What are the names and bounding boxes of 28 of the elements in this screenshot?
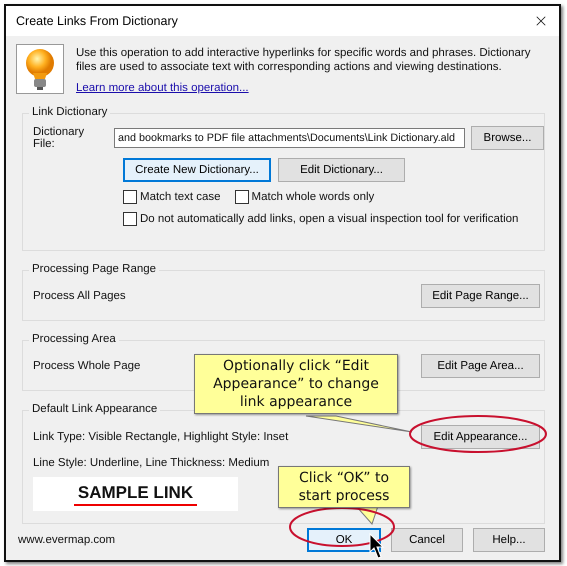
cursor-icon [370,532,384,559]
dictionary-button[interactable]: Edit Dictionary... [278,158,405,182]
checkbox[interactable]: Do not automatically add links, open a visual inspection tool for verification [123,212,518,226]
setting-text: Process Whole Page [33,360,140,372]
edit-button[interactable]: Edit Page Range... [421,284,540,308]
setting-text: Line Style: Underline, Line Thickness: Medium [33,457,270,469]
learn-more-link[interactable]: Learn more about this operation... [76,82,249,94]
setting-text: Process All Pages [33,290,126,302]
checkbox[interactable]: Match text case [123,190,221,204]
lightbulb-icon [16,44,64,94]
website-text: www.evermap.com [18,534,116,546]
dictionary-button[interactable]: Create New Dictionary... [123,158,271,182]
field-label: Dictionary File: [33,126,86,150]
window-title: Create Links From Dictionary [16,14,178,28]
group-title: Processing Area [29,333,119,345]
group-title: Default Link Appearance [29,403,160,415]
group-title: Link Dictionary [29,106,110,118]
group-title: Processing Page Range [29,263,160,275]
edit-appearance-button[interactable]: Edit Appearance... [421,425,540,449]
checkbox[interactable]: Match whole words only [234,190,374,204]
dialog-button[interactable]: Help... [473,528,545,552]
description-text: Use this operation to add interactive hyperlinks for specific words and phrases. Dictionary files are used to associate text with corresponding actions and viewing destinations. [76,46,532,74]
dictionary-file-field[interactable]: and bookmarks to PDF file attachments\Documents\Link Dictionary.ald [114,128,465,148]
setting-text: Link Type: Visible Rectangle, Highlight Style: Inset [33,431,288,443]
dialog-button[interactable]: Cancel [391,528,463,552]
sample-link-text: SAMPLE LINK [74,482,198,506]
browse-button[interactable]: Browse... [471,126,544,150]
edit-button[interactable]: Edit Page Area... [421,354,540,378]
